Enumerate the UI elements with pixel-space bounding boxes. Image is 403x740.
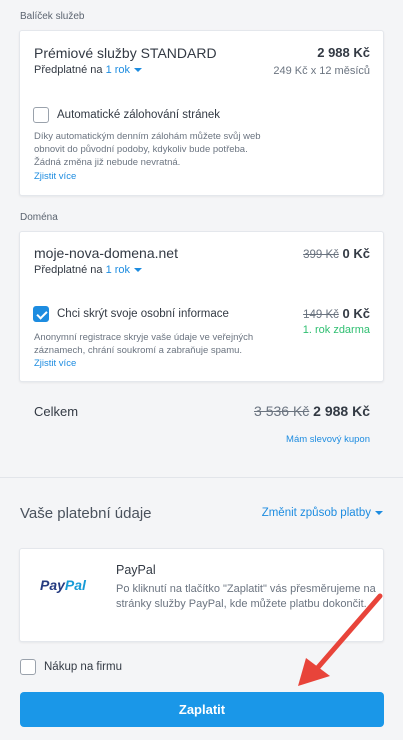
annotation-arrow-icon	[298, 593, 383, 686]
pay-button[interactable]: Zaplatit	[20, 692, 384, 727]
privacy-free-note: 1. rok zdarma	[302, 324, 370, 336]
domain-period-value: 1 rok	[105, 264, 131, 276]
privacy-price: 0 Kč	[342, 306, 370, 321]
domain-price-group: 399 Kč 0 Kč	[303, 246, 370, 261]
paypal-logo-pay: Pay	[40, 577, 65, 593]
section-divider	[0, 477, 403, 478]
package-price: 2 988 Kč	[317, 45, 370, 60]
package-period-dropdown[interactable]: 1 rok	[105, 64, 143, 76]
domain-old-price: 399 Kč	[303, 249, 339, 261]
backup-learn-more-link[interactable]: Zjistit více	[34, 170, 76, 183]
domain-card: moje-nova-domena.net 399 Kč 0 Kč Předpla…	[19, 231, 384, 382]
total-price-group: 3 536 Kč 2 988 Kč	[254, 403, 370, 419]
domain-period-dropdown[interactable]: 1 rok	[105, 264, 143, 276]
backup-description: Díky automatickým denním zálohám můžete …	[34, 131, 261, 168]
company-purchase-checkbox[interactable]	[20, 659, 36, 675]
company-purchase-label[interactable]: Nákup na firmu	[44, 661, 122, 673]
privacy-old-price: 149 Kč	[303, 309, 339, 321]
total-price: 2 988 Kč	[313, 403, 370, 419]
privacy-price-group: 149 Kč 0 Kč	[303, 306, 370, 321]
change-payment-method-label: Změnit způsob platby	[261, 507, 371, 519]
paypal-logo-pal: Pal	[64, 577, 86, 593]
privacy-checkbox[interactable]	[33, 306, 49, 322]
domain-name: moje-nova-domena.net	[34, 245, 178, 261]
chevron-down-icon	[375, 510, 383, 515]
chevron-down-icon	[134, 268, 143, 273]
privacy-learn-more-link[interactable]: Zjistit více	[34, 357, 76, 370]
package-period-value: 1 rok	[105, 64, 131, 76]
payment-method-name: PayPal	[116, 563, 156, 577]
domain-section-label: Doména	[20, 212, 58, 223]
chevron-down-icon	[134, 68, 143, 73]
privacy-label[interactable]: Chci skrýt svoje osobní informace	[57, 308, 229, 320]
package-price-detail: 249 Kč x 12 měsíců	[273, 65, 370, 77]
privacy-description: Anonymní registrace skryje vaše údaje ve…	[34, 332, 254, 356]
package-section-label: Balíček služeb	[20, 11, 85, 22]
package-title: Prémiové služby STANDARD	[34, 45, 217, 61]
payment-heading: Vaše platební údaje	[20, 505, 152, 522]
package-card: Prémiové služby STANDARD 2 988 Kč Předpl…	[19, 30, 384, 196]
domain-subscription: Předplatné na 1 rok	[34, 264, 143, 276]
backup-label[interactable]: Automatické zálohování stránek	[57, 109, 220, 121]
domain-price: 0 Kč	[342, 246, 370, 261]
total-old-price: 3 536 Kč	[254, 403, 310, 419]
coupon-link[interactable]: Mám slevový kupon	[286, 433, 370, 446]
domain-subscription-prefix: Předplatné na	[34, 264, 103, 276]
total-label: Celkem	[34, 404, 79, 419]
package-subscription: Předplatné na 1 rok	[34, 64, 143, 76]
paypal-logo: PayPal	[40, 577, 86, 593]
backup-checkbox[interactable]	[33, 107, 49, 123]
package-subscription-prefix: Předplatné na	[34, 64, 103, 76]
change-payment-method-dropdown[interactable]: Změnit způsob platby	[262, 507, 383, 519]
